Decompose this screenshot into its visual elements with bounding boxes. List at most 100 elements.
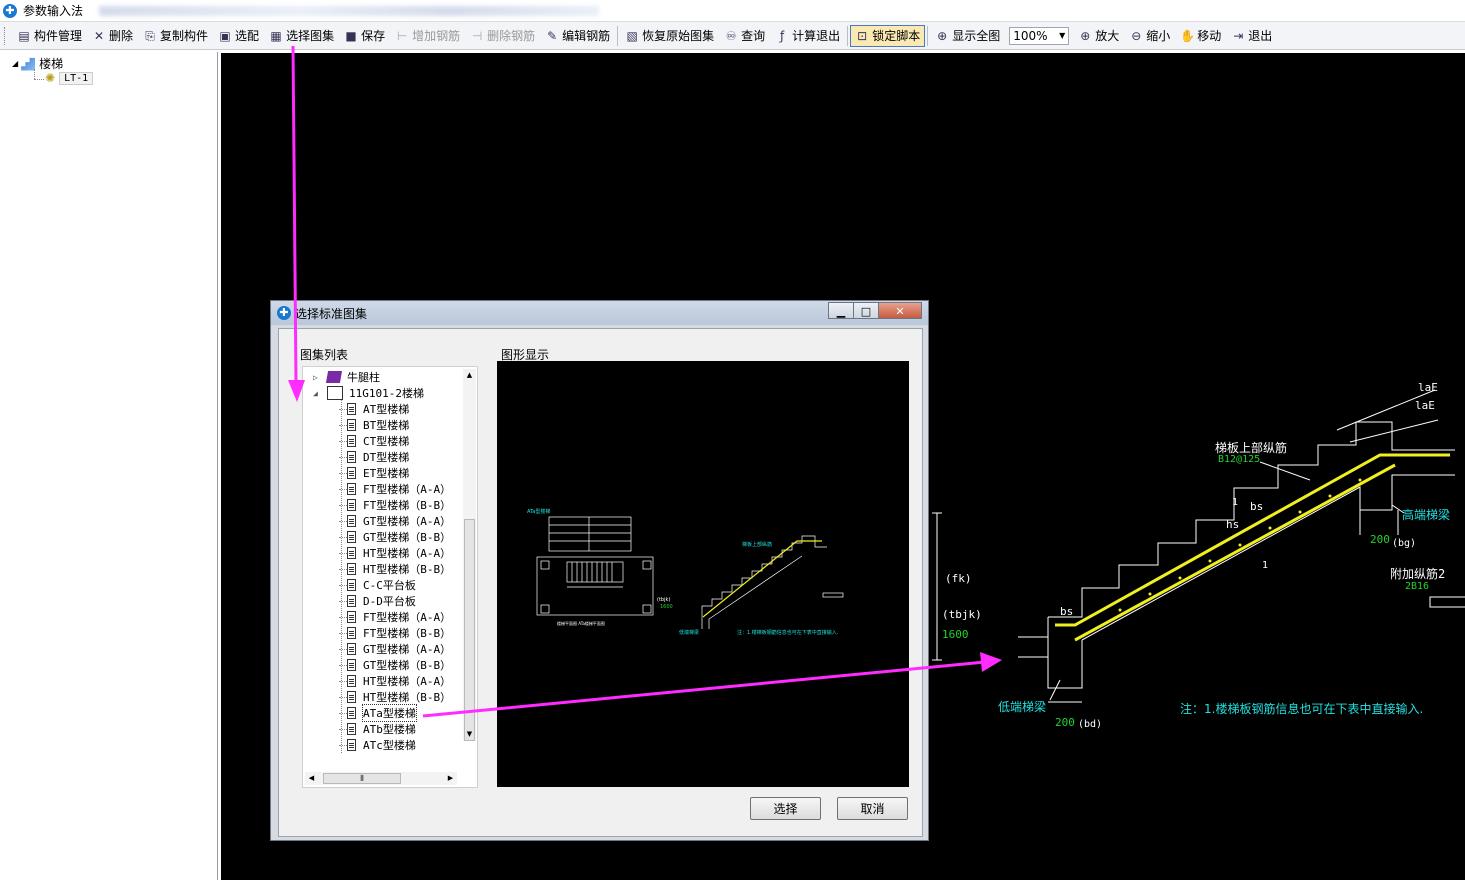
atlas-list-item[interactable]: FT型楼梯（B-B） <box>339 497 451 513</box>
toolbar-button-13[interactable]: ⊕ 显示全图 <box>930 25 1005 47</box>
atlas-list-item[interactable]: FT型楼梯（B-B） <box>339 625 451 641</box>
horizontal-scrollbar[interactable]: ◀ ⦀ ▶ <box>305 772 457 785</box>
copy-component-icon: ⎘ <box>145 28 155 43</box>
toolbar-button-9[interactable]: ▧ 恢复原始图集 <box>620 25 719 47</box>
slope-one-b: 1 <box>1262 560 1268 571</box>
scroll-down-arrow-icon[interactable]: ▼ <box>463 728 476 741</box>
vertical-scrollbar[interactable]: ▲ ▼ <box>463 369 476 741</box>
binoculars-icon: ♾ <box>725 28 737 43</box>
minimize-button[interactable]: ▁ <box>828 302 854 319</box>
scroll-thumb[interactable] <box>464 519 475 741</box>
expanded-triangle-icon[interactable]: ◢ <box>313 389 323 398</box>
toolbar-button-12[interactable]: ⊡ 锁定脚本 <box>850 24 926 47</box>
document-icon <box>347 723 356 735</box>
atlas-list-item[interactable]: ET型楼梯 <box>339 465 410 481</box>
atlas-list-item[interactable]: HT型楼梯（B-B） <box>339 561 451 577</box>
toolbar-separator <box>847 25 849 46</box>
select-button[interactable]: 选择 <box>750 797 821 820</box>
toolbar-button-5[interactable]: ■ 保存 <box>339 25 390 47</box>
atlas-list-item[interactable]: GT型楼梯（A-A） <box>339 513 451 529</box>
toolbar-button-4[interactable]: ▦ 选择图集 <box>264 25 339 47</box>
toolbar-button-label: 选配 <box>235 29 260 43</box>
atlas-list-item[interactable]: C-C平台板 <box>339 577 416 593</box>
atlas-list-item[interactable]: D-D平台板 <box>339 593 416 609</box>
fk-label: (fk) <box>945 572 972 585</box>
atlas-item-label: HT型楼梯（A-A） <box>363 675 452 688</box>
dialog-titlebar[interactable]: ✚ 选择标准图集 ▁ □ ✕ <box>271 301 928 325</box>
cancel-button[interactable]: 取消 <box>837 797 908 820</box>
preview-drawing: ATa型楼梯 梯板上部纵筋 注：1.楼梯板钢筋信息也可在下表中直接输入. 低端梯… <box>527 508 844 636</box>
atlas-list-item[interactable]: ATa型楼梯 <box>339 704 417 722</box>
toolbar-separator <box>617 25 619 46</box>
toolbar-button-11[interactable]: ƒ 计算退出 <box>770 25 845 47</box>
atlas-list-item[interactable]: HT型楼梯（A-A） <box>339 673 452 689</box>
atlas-list-item[interactable]: FT型楼梯（A-A） <box>339 481 451 497</box>
scroll-up-arrow-icon[interactable]: ▲ <box>463 369 476 382</box>
tree-node-lt1[interactable]: ✺ LT-1 <box>45 71 94 85</box>
atlas-list-item[interactable]: AT型楼梯 <box>339 401 409 417</box>
atlas-list-item[interactable]: HT型楼梯（A-A） <box>339 545 452 561</box>
toolbar-button-label: 放大 <box>1095 29 1120 43</box>
chevron-down-icon[interactable]: ▼ <box>1059 31 1065 40</box>
zoom-out-icon: ⊖ <box>1131 28 1142 43</box>
hscroll-thumb[interactable]: ⦀ <box>323 773 401 784</box>
laE-label-1: laE <box>1418 381 1438 394</box>
tree-branch-line <box>339 505 347 507</box>
document-icon <box>347 707 356 719</box>
collapsed-triangle-icon[interactable]: ▷ <box>313 373 323 382</box>
window-titlebar: ✚ 参数输入法 <box>0 0 1465 22</box>
toolbar-button-15[interactable]: ⊖ 缩小 <box>1124 25 1175 47</box>
scroll-left-arrow-icon[interactable]: ◀ <box>305 772 318 785</box>
atlas-item-label: ET型楼梯 <box>363 467 410 480</box>
toolbar-button-3[interactable]: ▣ 选配 <box>213 25 264 47</box>
atlas-list-item[interactable]: ▷ 牛腿柱 <box>313 369 380 385</box>
toolbar-button-8[interactable]: ✎ 编辑钢筋 <box>540 25 615 47</box>
close-button[interactable]: ✕ <box>878 302 922 319</box>
atlas-item-label: DT型楼梯 <box>363 451 410 464</box>
tree-node-stairs[interactable]: ◢ 楼梯 <box>12 55 63 72</box>
high-beam-label: 高端梯梁 <box>1402 507 1450 522</box>
tree-branch-line <box>339 745 347 747</box>
atlas-list-item[interactable]: GT型楼梯（A-A） <box>339 641 452 657</box>
maximize-button[interactable]: □ <box>853 302 879 319</box>
tree-branch-line <box>339 409 347 411</box>
atlas-list-item[interactable]: GT型楼梯（B-B） <box>339 529 451 545</box>
atlas-item-label: HT型楼梯（A-A） <box>363 547 452 560</box>
dim-1600: 1600 <box>942 628 969 641</box>
atlas-list-item[interactable]: GT型楼梯（B-B） <box>339 657 451 673</box>
atlas-list-item[interactable]: CT型楼梯 <box>339 433 409 449</box>
scroll-right-arrow-icon[interactable]: ▶ <box>444 772 457 785</box>
toolbar-button-label: 显示全图 <box>952 29 1001 43</box>
toolbar-button-10[interactable]: ♾ 查询 <box>719 25 770 47</box>
atlas-list-item[interactable]: ATc型楼梯 <box>339 737 416 753</box>
zoom-select[interactable]: 100% ▼ <box>1009 26 1070 45</box>
atlas-list-item[interactable]: ATb型楼梯 <box>339 721 416 737</box>
tree-guide-line <box>341 393 343 753</box>
toolbar-button-6: ⊢ 增加钢筋 <box>390 25 465 47</box>
toolbar-button-2[interactable]: ⎘ 复制构件 <box>138 25 213 47</box>
atlas-item-label: ATa型楼梯 <box>362 704 417 722</box>
atlas-list-item[interactable]: DT型楼梯 <box>339 449 410 465</box>
toolbar-button-14[interactable]: ⊕ 放大 <box>1073 25 1124 47</box>
atlas-list-item[interactable]: BT型楼梯 <box>339 417 409 433</box>
tree-branch-line <box>339 489 347 491</box>
atlas-list-item[interactable]: ◢ 11G101-2楼梯 <box>313 385 424 401</box>
atlas-item-label: GT型楼梯（A-A） <box>363 643 452 656</box>
toolbar-button-16[interactable]: ✋ 移动 <box>1175 25 1226 47</box>
atlas-tree-items: ▷ 牛腿柱 ◢ 11G101-2楼梯 AT型楼梯 BT型楼梯 CT型楼梯 DT型楼梯 ET型楼梯… <box>305 369 457 765</box>
svg-text:低端梯梁: 低端梯梁 <box>679 629 699 636</box>
atlas-list-item[interactable]: FT型楼梯（A-A） <box>339 609 452 625</box>
expand-triangle-icon[interactable]: ◢ <box>12 59 18 68</box>
fx-icon: ƒ <box>780 28 785 43</box>
atlas-item-label: FT型楼梯（A-A） <box>363 611 452 624</box>
toolbar-button-0[interactable]: ▤ 构件管理 <box>12 25 87 47</box>
toolbar-button-1[interactable]: ✕ 删除 <box>87 25 138 47</box>
document-icon <box>347 691 356 703</box>
atlas-list-item[interactable]: HT型楼梯（B-B） <box>339 689 451 705</box>
toolbar-button-17[interactable]: ⇥ 退出 <box>1226 25 1277 47</box>
extra-rebar-box <box>1429 596 1465 608</box>
tree-branch-line <box>339 473 347 475</box>
select-config-icon: ▣ <box>219 28 231 43</box>
atlas-tree-list[interactable]: ▷ 牛腿柱 ◢ 11G101-2楼梯 AT型楼梯 BT型楼梯 CT型楼梯 DT型楼梯 ET型楼梯… <box>302 366 478 788</box>
top-rebar-label: 梯板上部纵筋 <box>1215 440 1287 455</box>
